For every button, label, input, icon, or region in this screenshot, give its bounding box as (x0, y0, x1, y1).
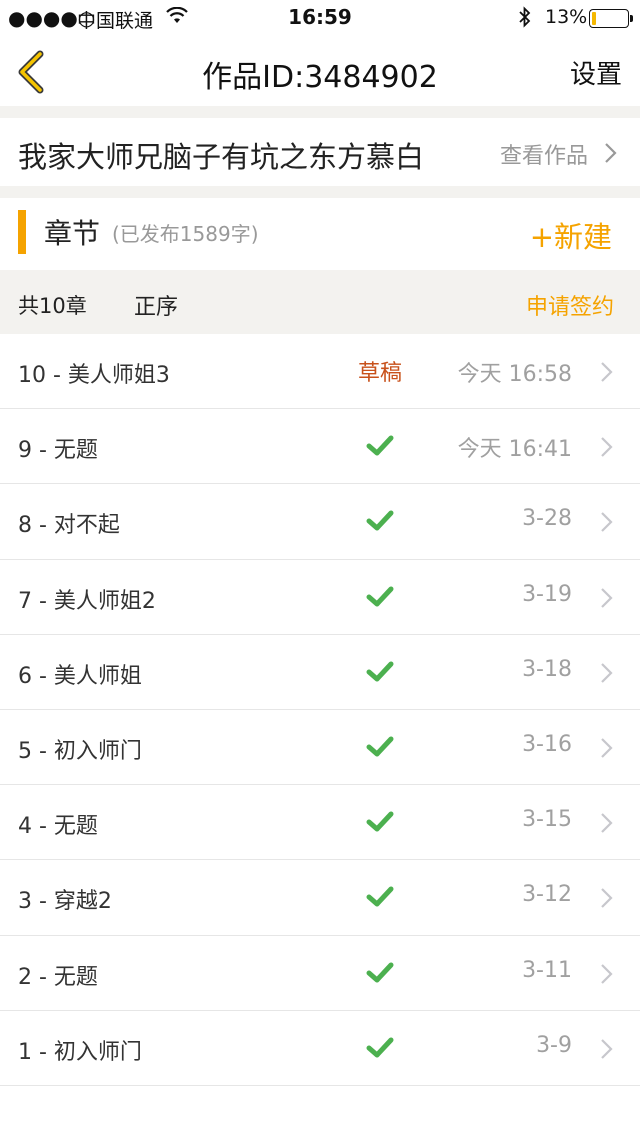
checkmark-icon (354, 958, 406, 988)
checkmark-icon (354, 506, 406, 536)
chapter-row[interactable]: 7 - 美人师姐2 3-19 (0, 559, 640, 635)
checkmark-icon (354, 732, 406, 762)
chapter-updated-time: 3-16 (522, 731, 572, 757)
chapter-name: 8 - 对不起 (18, 513, 120, 539)
apply-contract-button[interactable]: 申请签约 (526, 289, 614, 321)
sort-order-toggle[interactable]: 正序 (134, 289, 178, 321)
bluetooth-icon (518, 6, 532, 32)
chapter-row[interactable]: 3 - 穿越2 3-12 (0, 860, 640, 936)
chevron-right-icon (604, 142, 618, 168)
checkmark-icon (354, 431, 406, 461)
chevron-right-icon (600, 436, 614, 462)
chapters-label: 章节 (44, 217, 101, 250)
chapter-updated-time: 3-11 (522, 957, 572, 983)
chapter-count: 共10章 (18, 294, 87, 318)
chapter-updated-time: 今天 16:58 (457, 362, 572, 387)
section-divider (0, 186, 640, 198)
chevron-right-icon (600, 361, 614, 387)
chevron-right-icon (600, 511, 614, 537)
chapter-list: 10 - 美人师姐3 草稿 今天 16:58 9 - 无题 今天 16:41 8 - 对不… (0, 334, 640, 1086)
chevron-right-icon (600, 887, 614, 913)
chapter-row[interactable]: 2 - 无题 3-11 (0, 935, 640, 1011)
chapter-name: 5 - 初入师门 (18, 738, 142, 764)
chapter-name: 10 - 美人师姐3 (18, 363, 170, 388)
chapter-name: 1 - 初入师门 (18, 1039, 142, 1065)
chapter-name: 4 - 无题 (18, 814, 98, 840)
chevron-right-icon (600, 737, 614, 763)
section-divider (0, 106, 640, 118)
chapter-row[interactable]: 9 - 无题 今天 16:41 (0, 409, 640, 485)
page-title: 作品ID:3484902 (202, 60, 438, 95)
checkmark-icon (354, 807, 406, 837)
battery-icon (589, 9, 629, 28)
settings-button[interactable]: 设置 (570, 54, 622, 91)
chapter-updated-time: 3-15 (522, 807, 572, 833)
chapter-name: 6 - 美人师姐 (18, 663, 142, 689)
chapter-row[interactable]: 4 - 无题 3-15 (0, 785, 640, 861)
chapter-row[interactable]: 10 - 美人师姐3 草稿 今天 16:58 (0, 334, 640, 410)
chevron-right-icon (600, 812, 614, 838)
status-bar: ●●●●○ 中国联通 16:59 13% (0, 0, 640, 38)
battery-tip (630, 15, 633, 22)
chapters-header: 章节 (已发布1589字) +新建 (0, 198, 640, 270)
chapter-row[interactable]: 1 - 初入师门 3-9 (0, 1010, 640, 1086)
checkmark-icon (354, 582, 406, 612)
chapter-row[interactable]: 6 - 美人师姐 3-18 (0, 634, 640, 710)
draft-label: 草稿 (357, 361, 402, 386)
chapter-row[interactable]: 5 - 初入师门 3-16 (0, 709, 640, 786)
chapter-updated-time: 3-19 (522, 581, 572, 607)
work-info-row[interactable]: 我家大师兄脑子有坑之东方慕白 查看作品 (0, 118, 640, 186)
chapter-name: 7 - 美人师姐2 (18, 588, 156, 614)
draft-badge: 草稿 (354, 356, 406, 386)
chapter-updated-time: 今天 16:41 (457, 437, 572, 463)
chapter-name: 2 - 无题 (18, 964, 98, 990)
chapter-updated-time: 3-9 (536, 1032, 572, 1058)
chapter-updated-time: 3-28 (522, 506, 572, 532)
chevron-right-icon (600, 1038, 614, 1064)
navigation-bar: 作品ID:3484902 设置 (0, 38, 640, 106)
clock: 16:59 (288, 5, 352, 29)
checkmark-icon (354, 657, 406, 687)
chapter-row[interactable]: 8 - 对不起 3-28 (0, 484, 640, 560)
chapter-updated-time: 3-18 (522, 656, 572, 682)
chapter-name: 9 - 无题 (18, 438, 98, 464)
accent-bar (18, 210, 26, 254)
chapter-toolbar: 共10章 正序 申请签约 (0, 270, 640, 334)
work-title: 我家大师兄脑子有坑之东方慕白 (18, 140, 425, 174)
chevron-right-icon (600, 963, 614, 989)
chapter-updated-time: 3-12 (522, 882, 572, 908)
published-word-count: (已发布1589字) (112, 222, 259, 246)
chevron-right-icon (600, 662, 614, 688)
battery-percent: 13% (545, 6, 588, 28)
chapter-name: 3 - 穿越2 (18, 889, 112, 915)
chevron-right-icon (600, 587, 614, 613)
view-works-link[interactable]: 查看作品 (500, 138, 588, 170)
checkmark-icon (354, 882, 406, 912)
new-chapter-button[interactable]: +新建 (530, 214, 612, 256)
checkmark-icon (354, 1033, 406, 1063)
